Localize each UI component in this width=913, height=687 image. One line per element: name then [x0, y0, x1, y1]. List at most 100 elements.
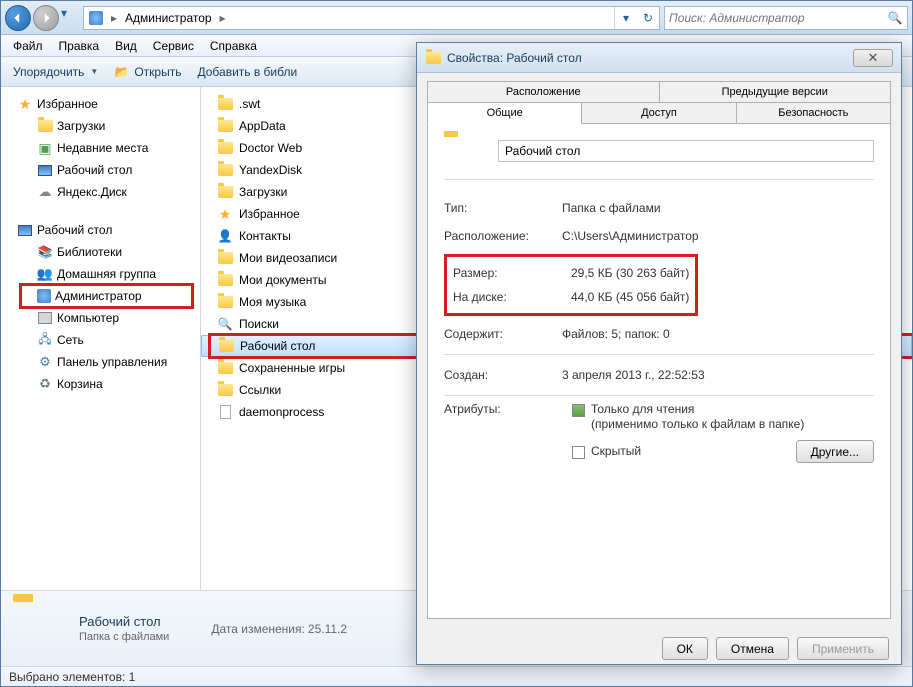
other-attributes-button[interactable]: Другие... — [796, 440, 874, 463]
folder-icon — [444, 137, 480, 165]
created-label: Создан: — [444, 368, 562, 382]
folder-icon — [217, 294, 233, 310]
size-label: Размер: — [453, 266, 571, 280]
dialog-buttons: ОК Отмена Применить — [417, 627, 901, 670]
open-icon: 📂 — [114, 64, 130, 80]
recycle-icon: ♻ — [37, 376, 53, 392]
add-library-button[interactable]: Добавить в библи — [189, 59, 305, 85]
open-button[interactable]: 📂Открыть — [106, 59, 189, 85]
computer-icon — [37, 310, 53, 326]
dialog-title: Свойства: Рабочий стол — [447, 51, 853, 65]
sidebar-downloads[interactable]: Загрузки — [1, 115, 200, 137]
chevron-right-icon[interactable]: ▸ — [217, 11, 229, 25]
folder-icon — [217, 140, 233, 156]
tab-security[interactable]: Безопасность — [737, 102, 891, 124]
refresh-icon[interactable]: ↻ — [637, 7, 659, 29]
close-button[interactable]: ✕ — [853, 49, 893, 67]
library-icon: 📚 — [37, 244, 53, 260]
ondisk-value: 44,0 КБ (45 056 байт) — [571, 290, 689, 304]
network-icon: 🖧 — [37, 332, 53, 348]
menu-tools[interactable]: Сервис — [145, 36, 202, 56]
details-meta: Дата изменения: 25.11.2 — [211, 622, 347, 636]
readonly-label: Только для чтения(применимо только к фай… — [591, 402, 804, 432]
download-icon — [37, 118, 53, 134]
file-icon — [217, 404, 233, 420]
folder-icon — [217, 360, 233, 376]
user-icon — [37, 289, 51, 303]
highlight-box: Размер:29,5 КБ (30 263 байт) На диске:44… — [444, 254, 698, 316]
breadcrumb[interactable]: ▸ Администратор ▸ ▾ ↻ — [83, 6, 660, 30]
folder-icon — [218, 338, 234, 354]
readonly-checkbox[interactable] — [572, 404, 585, 417]
cancel-button[interactable]: Отмена — [716, 637, 789, 660]
recent-icon: ▣ — [37, 140, 53, 156]
cpanel-icon: ⚙ — [37, 354, 53, 370]
sidebar-yandex-disk[interactable]: ☁Яндекс.Диск — [1, 181, 200, 203]
folder-icon — [217, 96, 233, 112]
menu-help[interactable]: Справка — [202, 36, 265, 56]
sidebar-libraries[interactable]: 📚Библиотеки — [1, 241, 200, 263]
search-input[interactable] — [669, 11, 887, 25]
contains-value: Файлов: 5; папок: 0 — [562, 327, 670, 341]
desktop-icon — [37, 162, 53, 178]
chevron-right-icon[interactable]: ▸ — [108, 11, 120, 25]
folder-icon — [425, 50, 441, 66]
star-icon: ★ — [17, 96, 33, 112]
tab-previous[interactable]: Предыдущие версии — [660, 81, 892, 103]
navbar: ▾ ▸ Администратор ▸ ▾ ↻ 🔍 — [1, 1, 912, 35]
sidebar-desktop-fav[interactable]: Рабочий стол — [1, 159, 200, 181]
type-value: Папка с файлами — [562, 201, 661, 215]
apply-button[interactable]: Применить — [797, 637, 889, 660]
ok-button[interactable]: ОК — [662, 637, 708, 660]
tab-sharing[interactable]: Доступ — [582, 102, 736, 124]
location-value: C:\Users\Администратор — [562, 229, 699, 243]
yadisk-icon: ☁ — [37, 184, 53, 200]
menu-edit[interactable]: Правка — [51, 36, 108, 56]
sidebar-recent[interactable]: ▣Недавние места — [1, 137, 200, 159]
sidebar-computer[interactable]: Компьютер — [1, 307, 200, 329]
forward-button[interactable] — [33, 5, 59, 31]
sidebar-administrator[interactable]: Администратор — [1, 285, 200, 307]
sidebar-control-panel[interactable]: ⚙Панель управления — [1, 351, 200, 373]
folder-icon — [217, 250, 233, 266]
folder-icon — [217, 162, 233, 178]
back-button[interactable] — [5, 5, 31, 31]
details-subtitle: Папка с файлами — [79, 631, 169, 643]
desktop-group[interactable]: Рабочий стол — [1, 219, 200, 241]
folder-name-input[interactable] — [498, 140, 874, 162]
folder-thumb — [13, 602, 67, 656]
tab-location[interactable]: Расположение — [427, 81, 660, 103]
organize-button[interactable]: Упорядочить▼ — [5, 59, 106, 85]
sidebar-network[interactable]: 🖧Сеть — [1, 329, 200, 351]
hidden-label: Скрытый — [591, 444, 641, 459]
search-box[interactable]: 🔍 — [664, 6, 908, 30]
sidebar-homegroup[interactable]: 👥Домашняя группа — [1, 263, 200, 285]
folder-icon — [217, 272, 233, 288]
folder-icon — [217, 382, 233, 398]
tab-content: Тип:Папка с файлами Расположение:C:\User… — [427, 123, 891, 619]
desktop-icon — [17, 222, 33, 238]
created-value: 3 апреля 2013 г., 22:52:53 — [562, 368, 705, 382]
nav-pane: ★Избранное Загрузки ▣Недавние места Рабо… — [1, 87, 201, 590]
breadcrumb-dropdown[interactable]: ▾ — [615, 7, 637, 29]
dialog-titlebar[interactable]: Свойства: Рабочий стол ✕ — [417, 43, 901, 73]
star-icon: ★ — [217, 206, 233, 222]
folder-icon — [217, 118, 233, 134]
favorites-group[interactable]: ★Избранное — [1, 93, 200, 115]
sidebar-recycle-bin[interactable]: ♻Корзина — [1, 373, 200, 395]
properties-dialog: Свойства: Рабочий стол ✕ Расположение Пр… — [416, 42, 902, 665]
contacts-icon: 👤 — [217, 228, 233, 244]
hidden-checkbox[interactable] — [572, 446, 585, 459]
folder-icon — [217, 184, 233, 200]
search-icon[interactable]: 🔍 — [887, 10, 903, 26]
tab-general[interactable]: Общие — [427, 102, 582, 124]
breadcrumb-segment[interactable]: Администратор — [120, 7, 217, 29]
menu-file[interactable]: Файл — [5, 36, 51, 56]
ondisk-label: На диске: — [453, 290, 571, 304]
menu-view[interactable]: Вид — [107, 36, 145, 56]
type-label: Тип: — [444, 201, 562, 215]
homegroup-icon: 👥 — [37, 266, 53, 282]
location-label: Расположение: — [444, 229, 562, 243]
history-dropdown[interactable]: ▾ — [61, 6, 75, 30]
size-value: 29,5 КБ (30 263 байт) — [571, 266, 689, 280]
